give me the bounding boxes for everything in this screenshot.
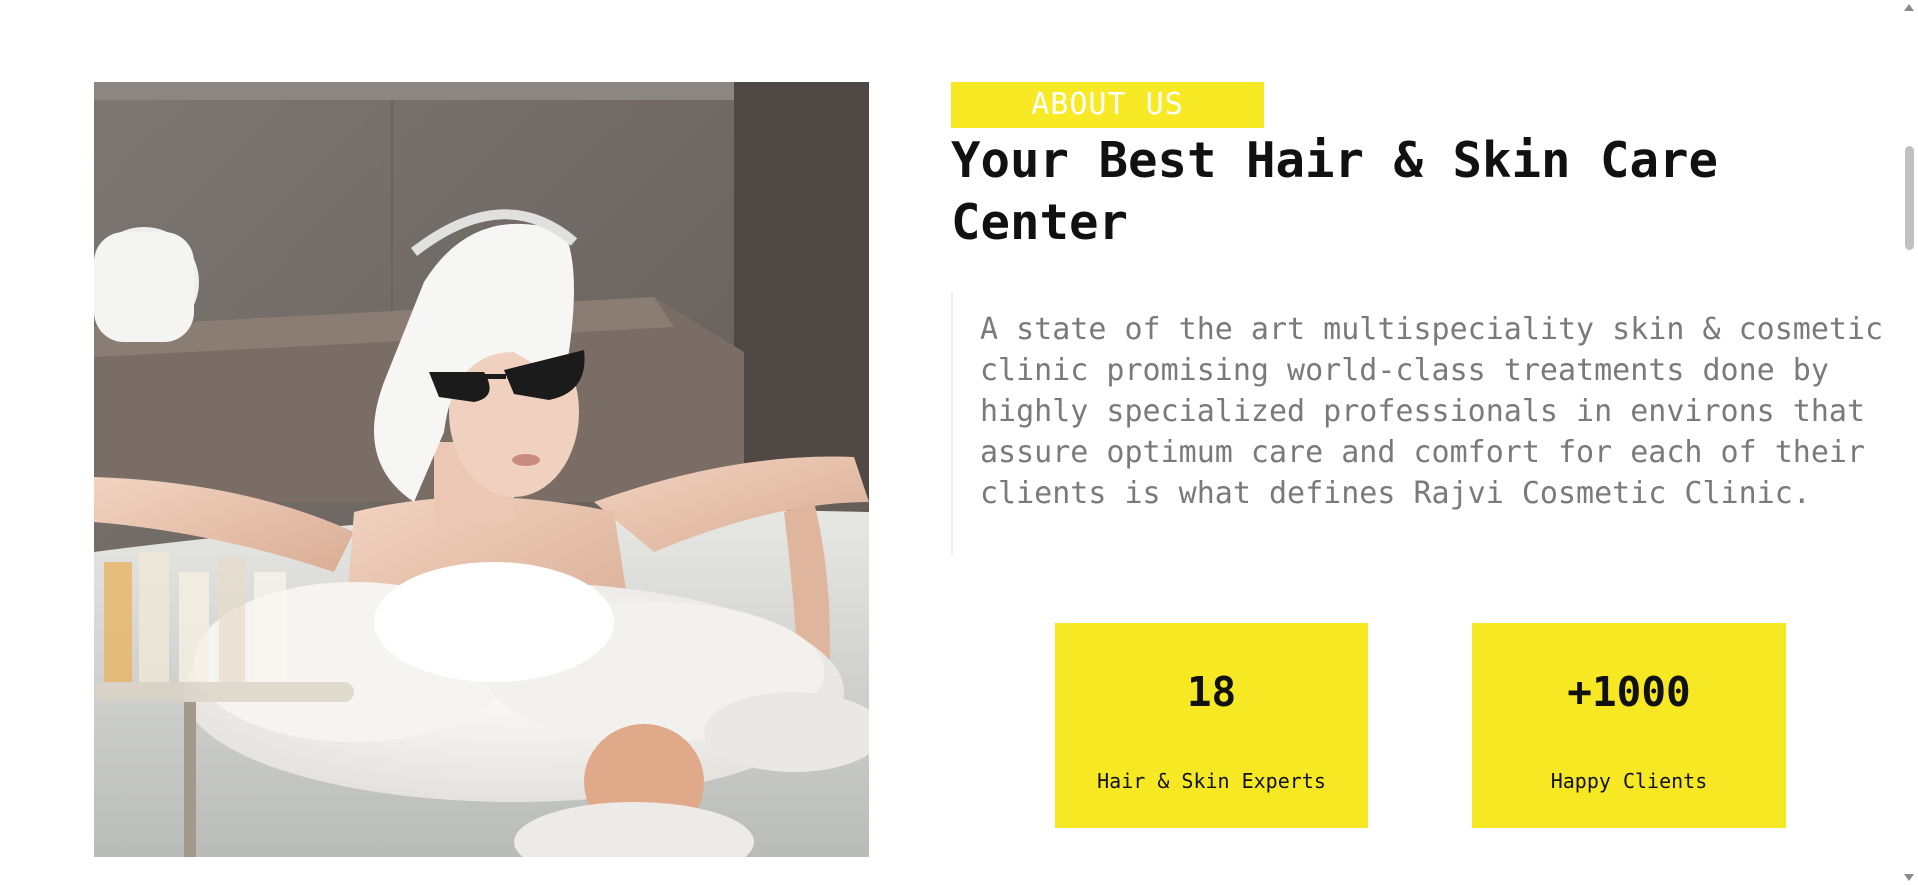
scroll-up-arrow-icon[interactable] <box>1904 4 1914 11</box>
about-section: ABOUT US Your Best Hair & Skin Care Cent… <box>0 0 1918 885</box>
page-scrollbar[interactable] <box>1901 0 1918 885</box>
stat-card-experts: 18 Hair & Skin Experts <box>1055 623 1368 828</box>
stat-value: 18 <box>1186 668 1237 716</box>
about-photo <box>94 82 869 857</box>
stat-card-clients: +1000 Happy Clients <box>1472 623 1786 828</box>
stat-label: Happy Clients <box>1550 769 1708 793</box>
scroll-down-arrow-icon[interactable] <box>1904 874 1914 881</box>
section-headline: Your Best Hair & Skin Care Center <box>951 132 1719 251</box>
stat-value: +1000 <box>1567 668 1691 716</box>
about-us-label: ABOUT US <box>951 82 1264 128</box>
about-description: A state of the art multispeciality skin … <box>951 292 1891 554</box>
stat-label: Hair & Skin Experts <box>1097 769 1326 793</box>
spa-photo-illustration <box>94 82 869 857</box>
scroll-thumb[interactable] <box>1905 146 1914 250</box>
